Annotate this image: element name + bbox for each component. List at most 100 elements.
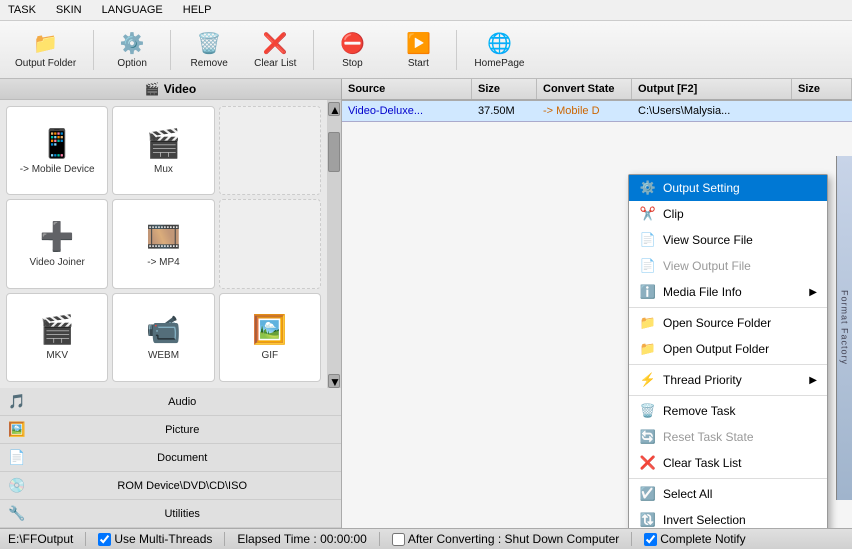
grid-mobile-device[interactable]: 📱 -> Mobile Device xyxy=(6,106,108,195)
output-path: E:\FFOutput xyxy=(8,532,73,546)
start-btn[interactable]: ▶️ Start xyxy=(388,26,448,74)
folder-icon: 📁 xyxy=(33,31,58,56)
output-folder-btn[interactable]: 📁 Output Folder xyxy=(6,26,85,74)
grid-webm[interactable]: 📹 WEBM xyxy=(112,293,214,382)
disc-icon: 💿 xyxy=(8,477,25,494)
panel-header: 🎬 Video xyxy=(0,79,341,100)
scroll-track[interactable]: ▲ ▼ xyxy=(327,100,341,388)
grid-gif[interactable]: 🖼️ GIF xyxy=(219,293,321,382)
col-header-size2: Size xyxy=(792,79,852,99)
ctx-reset-task: 🔄 Reset Task State xyxy=(629,424,827,450)
grid-mp4[interactable]: 🎞️ -> MP4 xyxy=(112,199,214,288)
after-converting-check: After Converting : Shut Down Computer xyxy=(392,532,619,546)
menu-help[interactable]: HELP xyxy=(179,2,216,18)
mp4-icon: 🎞️ xyxy=(146,220,181,253)
menubar: TASK SKIN LANGUAGE HELP xyxy=(0,0,852,21)
output-folder-icon: 📁 xyxy=(639,341,657,357)
media-info-icon: ℹ️ xyxy=(639,284,657,300)
menu-task[interactable]: TASK xyxy=(4,2,40,18)
menu-skin[interactable]: SKIN xyxy=(52,2,86,18)
nav-document[interactable]: 📄 Document xyxy=(0,444,341,472)
mobile-device-icon: 📱 xyxy=(40,127,75,160)
gear-icon: ⚙️ xyxy=(120,31,145,56)
ctx-output-setting[interactable]: ⚙️ Output Setting xyxy=(629,175,827,201)
left-panel: 🎬 Video 📱 -> Mobile Device 🎬 Mux ➕ Video… xyxy=(0,79,342,528)
grid-mkv[interactable]: 🎬 MKV xyxy=(6,293,108,382)
col-header-output: Output [F2] xyxy=(632,79,792,99)
ctx-open-output-folder[interactable]: 📁 Open Output Folder xyxy=(629,336,827,362)
status-sep-2 xyxy=(224,532,225,546)
ctx-remove-task[interactable]: 🗑️ Remove Task xyxy=(629,398,827,424)
table-row[interactable]: Video-Deluxe... 37.50M -> Mobile D C:\Us… xyxy=(342,101,852,122)
scroll-up-btn[interactable]: ▲ xyxy=(328,102,340,116)
view-output-icon: 📄 xyxy=(639,258,657,274)
toolbar-sep-1 xyxy=(93,30,94,70)
cell-outsize xyxy=(792,107,852,115)
invert-selection-icon: 🔃 xyxy=(639,512,657,528)
media-info-arrow: ▶ xyxy=(809,287,817,298)
select-all-icon: ☑️ xyxy=(639,486,657,502)
remove-btn[interactable]: 🗑️ Remove xyxy=(179,26,239,74)
main-area: 🎬 Video 📱 -> Mobile Device 🎬 Mux ➕ Video… xyxy=(0,79,852,528)
statusbar: E:\FFOutput Use Multi-Threads Elapsed Ti… xyxy=(0,528,852,549)
option-btn[interactable]: ⚙️ Option xyxy=(102,26,162,74)
ctx-media-info[interactable]: ℹ️ Media File Info ▶ xyxy=(629,279,827,305)
ctx-sep-3 xyxy=(629,395,827,396)
context-menu: ⚙️ Output Setting ✂️ Clip 📄 View Source … xyxy=(628,174,828,528)
video-joiner-icon: ➕ xyxy=(40,220,75,253)
grid-video-joiner[interactable]: ➕ Video Joiner xyxy=(6,199,108,288)
nav-utilities[interactable]: 🔧 Utilities xyxy=(0,500,341,528)
remove-icon: 🗑️ xyxy=(197,31,222,56)
status-sep-1 xyxy=(85,532,86,546)
clear-icon: ❌ xyxy=(263,31,288,56)
multithreads-checkbox[interactable] xyxy=(98,533,111,546)
scroll-down-btn[interactable]: ▼ xyxy=(328,374,340,388)
webm-icon: 📹 xyxy=(146,313,181,346)
thread-icon: ⚡ xyxy=(639,372,657,388)
panel-title: Video xyxy=(164,82,196,96)
grid-mux[interactable]: 🎬 Mux xyxy=(112,106,214,195)
ctx-select-all[interactable]: ☑️ Select All xyxy=(629,481,827,507)
nav-rom[interactable]: 💿 ROM Device\DVD\CD\ISO xyxy=(0,472,341,500)
ctx-open-source-folder[interactable]: 📁 Open Source Folder xyxy=(629,310,827,336)
ctx-view-source[interactable]: 📄 View Source File xyxy=(629,227,827,253)
format-factory-label: Format Factory xyxy=(836,156,852,500)
view-source-icon: 📄 xyxy=(639,232,657,248)
gif-icon: 🖼️ xyxy=(252,313,287,346)
ctx-sep-2 xyxy=(629,364,827,365)
col-header-source: Source xyxy=(342,79,472,99)
complete-notify-checkbox[interactable] xyxy=(644,533,657,546)
globe-icon: 🌐 xyxy=(487,31,512,56)
source-folder-icon: 📁 xyxy=(639,315,657,331)
start-icon: ▶️ xyxy=(406,31,431,56)
ctx-clip[interactable]: ✂️ Clip xyxy=(629,201,827,227)
nav-picture[interactable]: 🖼️ Picture xyxy=(0,416,341,444)
cell-size: 37.50M xyxy=(472,101,537,121)
ctx-thread-priority[interactable]: ⚡ Thread Priority ▶ xyxy=(629,367,827,393)
cell-cstate: -> Mobile D xyxy=(537,101,632,121)
status-sep-3 xyxy=(379,532,380,546)
clear-list-btn[interactable]: ❌ Clear List xyxy=(245,26,305,74)
homepage-btn[interactable]: 🌐 HomePage xyxy=(465,26,533,74)
video-icon: 🎬 xyxy=(145,82,160,96)
stop-btn[interactable]: ⛔ Stop xyxy=(322,26,382,74)
complete-notify-label: Complete Notify xyxy=(660,532,745,546)
toolbar: 📁 Output Folder ⚙️ Option 🗑️ Remove ❌ Cl… xyxy=(0,21,852,79)
ctx-sep-1 xyxy=(629,307,827,308)
menu-language[interactable]: LANGUAGE xyxy=(98,2,167,18)
complete-notify-check: Complete Notify xyxy=(644,532,745,546)
video-grid: 📱 -> Mobile Device 🎬 Mux ➕ Video Joiner … xyxy=(0,100,327,388)
mux-icon: 🎬 xyxy=(146,127,181,160)
elapsed-time: Elapsed Time : 00:00:00 xyxy=(237,532,366,546)
remove-task-icon: 🗑️ xyxy=(639,403,657,419)
toolbar-sep-3 xyxy=(313,30,314,70)
toolbar-sep-2 xyxy=(170,30,171,70)
scroll-thumb[interactable] xyxy=(328,132,340,172)
nav-audio[interactable]: 🎵 Audio xyxy=(0,388,341,416)
table-header: Source Size Convert State Output [F2] Si… xyxy=(342,79,852,101)
after-converting-checkbox[interactable] xyxy=(392,533,405,546)
cell-source: Video-Deluxe... xyxy=(342,101,472,121)
grid-empty-2 xyxy=(219,199,321,288)
ctx-invert-selection[interactable]: 🔃 Invert Selection xyxy=(629,507,827,528)
ctx-clear-task-list[interactable]: ❌ Clear Task List xyxy=(629,450,827,476)
